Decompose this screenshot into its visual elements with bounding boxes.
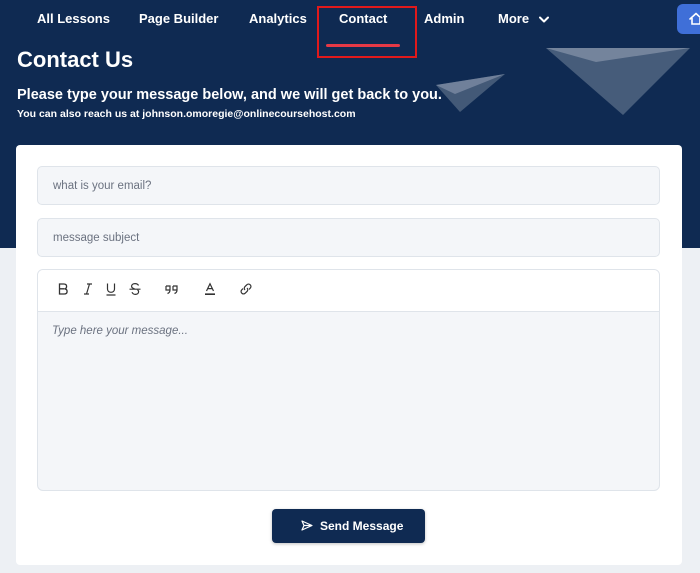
home-icon xyxy=(689,12,700,25)
nav-more[interactable]: More xyxy=(498,11,549,26)
nav-page-builder[interactable]: Page Builder xyxy=(139,11,218,26)
nav-analytics[interactable]: Analytics xyxy=(249,11,307,26)
page-title: Contact Us xyxy=(17,47,134,72)
highlight-box xyxy=(317,6,417,58)
contact-form-card: Type here your message... Send Message xyxy=(16,145,682,565)
underline-icon[interactable] xyxy=(104,282,122,300)
nav-more-label: More xyxy=(498,11,530,26)
subject-field[interactable] xyxy=(37,218,660,257)
strikethrough-icon[interactable] xyxy=(128,282,146,300)
editor-toolbar xyxy=(38,270,659,312)
link-icon[interactable] xyxy=(239,282,257,300)
send-icon xyxy=(301,520,313,531)
quote-icon[interactable] xyxy=(164,282,182,300)
chevron-down-icon xyxy=(538,16,549,23)
text-color-icon[interactable] xyxy=(203,282,221,300)
message-textarea[interactable]: Type here your message... xyxy=(38,313,659,490)
send-message-button[interactable]: Send Message xyxy=(272,509,425,543)
message-editor: Type here your message... xyxy=(37,269,660,491)
home-button[interactable] xyxy=(677,4,700,34)
nav-all-lessons[interactable]: All Lessons xyxy=(37,11,110,26)
nav-admin[interactable]: Admin xyxy=(424,11,464,26)
page-subtitle: Please type your message below, and we w… xyxy=(17,87,442,103)
email-field[interactable] xyxy=(37,166,660,205)
top-nav: All Lessons Page Builder Analytics Conta… xyxy=(0,0,700,58)
contact-email-text: You can also reach us at johnson.omoregi… xyxy=(17,108,356,120)
send-message-label: Send Message xyxy=(320,519,404,533)
message-placeholder: Type here your message... xyxy=(52,325,188,337)
italic-icon[interactable] xyxy=(81,282,99,300)
bold-icon[interactable] xyxy=(56,282,74,300)
